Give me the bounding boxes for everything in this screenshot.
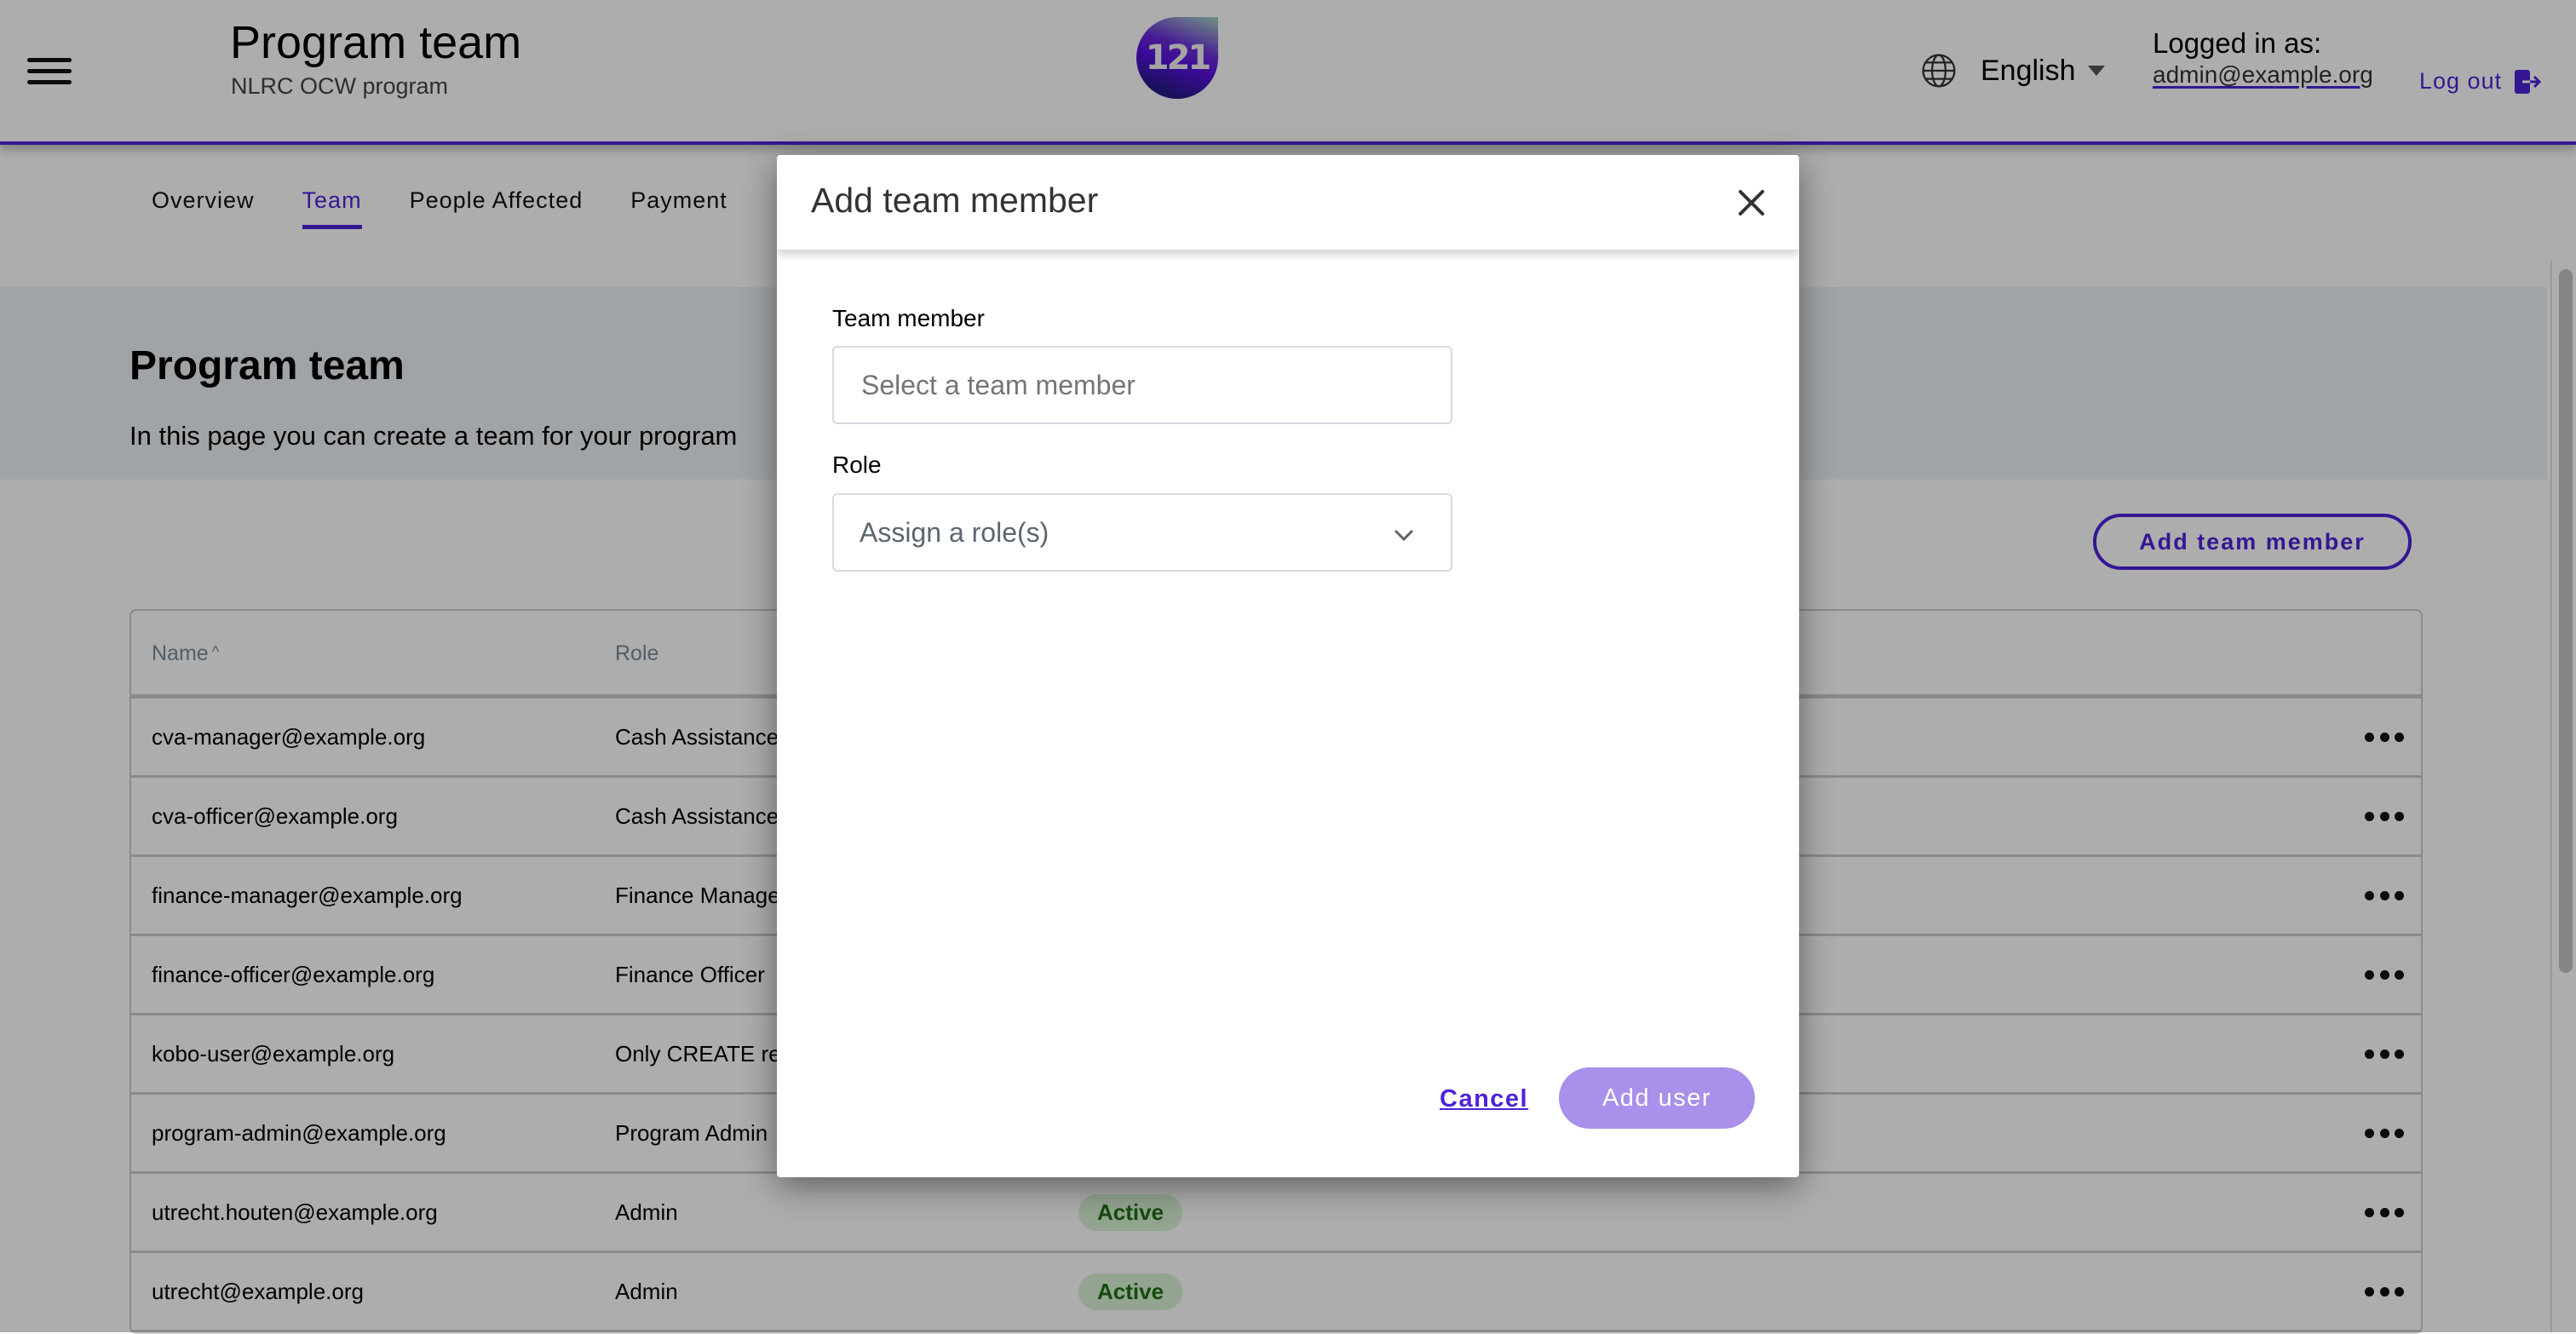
chevron-down-icon bbox=[1394, 529, 1414, 542]
role-select-placeholder: Assign a role(s) bbox=[860, 517, 1049, 548]
team-member-input[interactable] bbox=[834, 348, 1451, 423]
add-user-button[interactable]: Add user bbox=[1559, 1067, 1755, 1129]
role-label: Role bbox=[832, 451, 882, 478]
add-team-member-dialog: Add team member Team member Role Assign … bbox=[777, 155, 1799, 1177]
cancel-button[interactable]: Cancel bbox=[1440, 1085, 1528, 1113]
close-icon[interactable] bbox=[1736, 187, 1767, 218]
team-member-label: Team member bbox=[832, 305, 985, 331]
dialog-title: Add team member bbox=[811, 181, 1099, 220]
role-select[interactable]: Assign a role(s) bbox=[832, 493, 1452, 572]
team-member-field bbox=[832, 346, 1452, 424]
dialog-header: Add team member bbox=[777, 155, 1799, 250]
